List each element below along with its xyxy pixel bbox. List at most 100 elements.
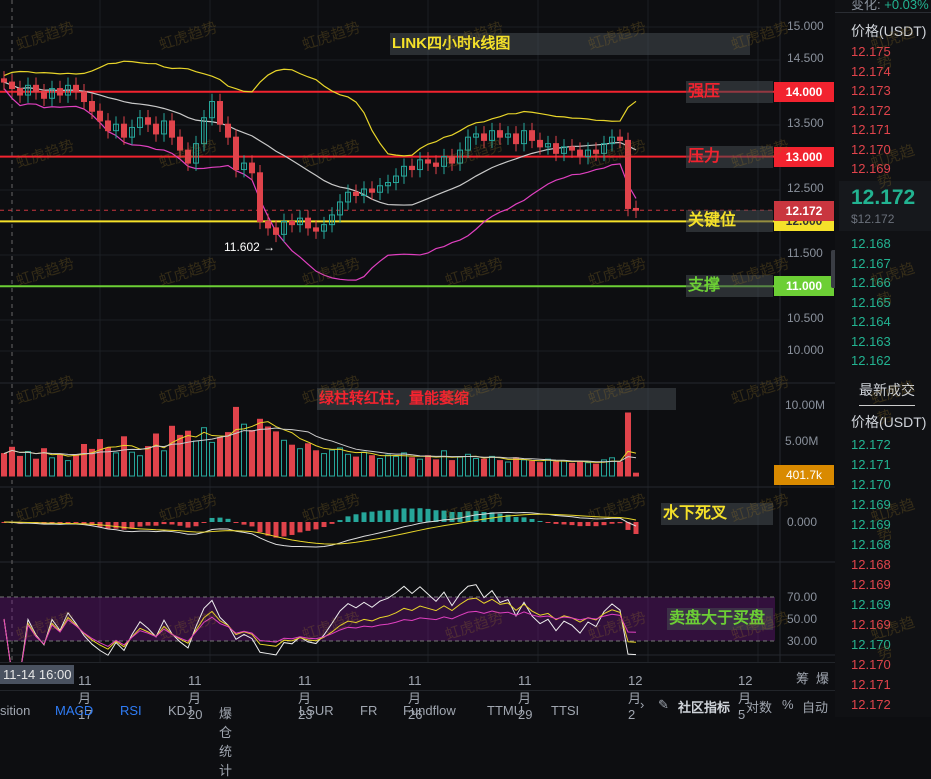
macd-histogram-bar [393,509,399,522]
log-scale-button[interactable]: 对数 [746,697,772,716]
candle-body [633,207,639,211]
indicator-tab[interactable]: KDJ [168,703,193,718]
level-price-tag: 14.000 [774,81,834,102]
indicator-tab[interactable]: Fundflow [403,703,456,718]
macd-histogram-bar [577,522,583,527]
trades-title[interactable]: 最新成交 [859,380,915,400]
macd-histogram-bar [601,522,607,526]
volume-bar [233,406,239,477]
volume-bar [297,448,303,477]
indicator-tab[interactable]: LSUR [299,703,334,718]
macd-histogram-bar [209,517,215,522]
macd-dif-line [3,511,637,548]
macd-histogram-bar [593,522,599,527]
macd-histogram-bar [153,522,159,526]
ask-price[interactable]: 12.171 [851,122,891,137]
volume-bar [145,446,151,477]
indicator-tab[interactable]: RSI [120,703,142,718]
volume-bar [609,457,615,477]
ask-price[interactable]: 12.174 [851,64,891,79]
indicator-tab[interactable]: MACD [55,703,93,718]
ask-price[interactable]: 12.169 [851,161,891,176]
volume-bar [193,440,199,477]
macd-histogram-bar [73,522,79,523]
level-note: 关键位 [686,210,773,233]
candle-body [73,84,79,93]
indicator-tab[interactable]: FR [360,703,377,718]
volume-bar [225,432,231,477]
volume-bar [449,460,455,477]
trade-price: 12.171 [851,677,891,692]
ask-price[interactable]: 12.172 [851,103,891,118]
price-axis-label: 13.500 [787,116,824,131]
trade-price: 12.168 [851,557,891,572]
bid-price[interactable]: 12.163 [851,334,891,349]
chip-icon[interactable]: 筹 [796,668,809,687]
volume-bar [73,454,79,477]
macd-histogram-bar [377,510,383,522]
macd-histogram-bar [425,508,431,522]
candle-body [481,133,487,141]
volume-bar [593,463,599,477]
macd-histogram-bar [449,511,455,522]
volume-bar [553,461,559,477]
volume-bar [481,458,487,477]
macd-histogram-bar [329,522,335,524]
edit-icon[interactable]: ✎ [658,697,669,713]
ask-price[interactable]: 12.170 [851,142,891,157]
more-indicators-button[interactable]: › [640,697,644,712]
volume-bar [465,453,471,477]
macd-histogram-bar [633,522,639,534]
volume-bar [177,434,183,477]
macd-histogram-bar [545,522,551,523]
macd-histogram-bar [345,516,351,522]
macd-histogram-bar [257,522,263,533]
macd-histogram-bar [433,510,439,522]
candle-body [577,149,583,158]
volume-bar [425,455,431,477]
date-axis: 11-14 16:00 11月17 11月20 11月23 11月26 11月29 12月… [0,662,835,722]
macd-histogram-bar [265,522,271,536]
volume-bar [537,462,543,477]
candle-body [289,220,295,226]
rsi-axis-label: 50.00 [787,612,818,626]
volume-bar [345,453,351,477]
candle-body [153,123,159,135]
volume-bar [81,444,87,477]
community-indicators-button[interactable]: 社区指标 [678,697,730,716]
indicator-tab[interactable]: TTMU [487,703,523,718]
rsi-axis-label: 30.00 [787,634,818,648]
candle-body [593,149,599,154]
last-price: 12.172 [851,186,916,209]
bid-price[interactable]: 12.166 [851,275,891,290]
macd-histogram-bar [585,522,591,527]
order-book-panel: 变化: +0.03% 价格(USDT) 12.175 12.174 12.173 12… [835,0,931,717]
bid-price[interactable]: 12.167 [851,256,891,271]
volume-bar [113,452,119,477]
volume-bar [505,461,511,477]
bid-price[interactable]: 12.165 [851,295,891,310]
macd-histogram-bar [289,522,295,535]
candle-body [249,162,255,174]
candle-body [513,133,519,145]
ask-price[interactable]: 12.175 [851,44,891,59]
bid-price[interactable]: 12.162 [851,353,891,368]
macd-histogram-bar [305,522,311,531]
volume-bar [585,462,591,477]
candle-body [145,117,151,125]
bid-price[interactable]: 12.164 [851,314,891,329]
macd-histogram-bar [521,517,527,522]
volume-bar [409,457,415,477]
liquidation-icon[interactable]: 爆 [816,668,829,687]
percent-scale-button[interactable]: % [782,697,794,712]
volume-bar [633,472,639,477]
indicator-tab[interactable]: 爆仓统计 [219,703,232,779]
indicator-tab[interactable]: TTSI [551,703,579,718]
bid-price[interactable]: 12.168 [851,236,891,251]
auto-scale-button[interactable]: 自动 [802,697,828,716]
candle-body [217,101,223,125]
ask-price[interactable]: 12.173 [851,83,891,98]
indicator-tab[interactable]: sition [0,703,30,718]
volume-bar [441,450,447,477]
volume-bar [33,458,39,477]
